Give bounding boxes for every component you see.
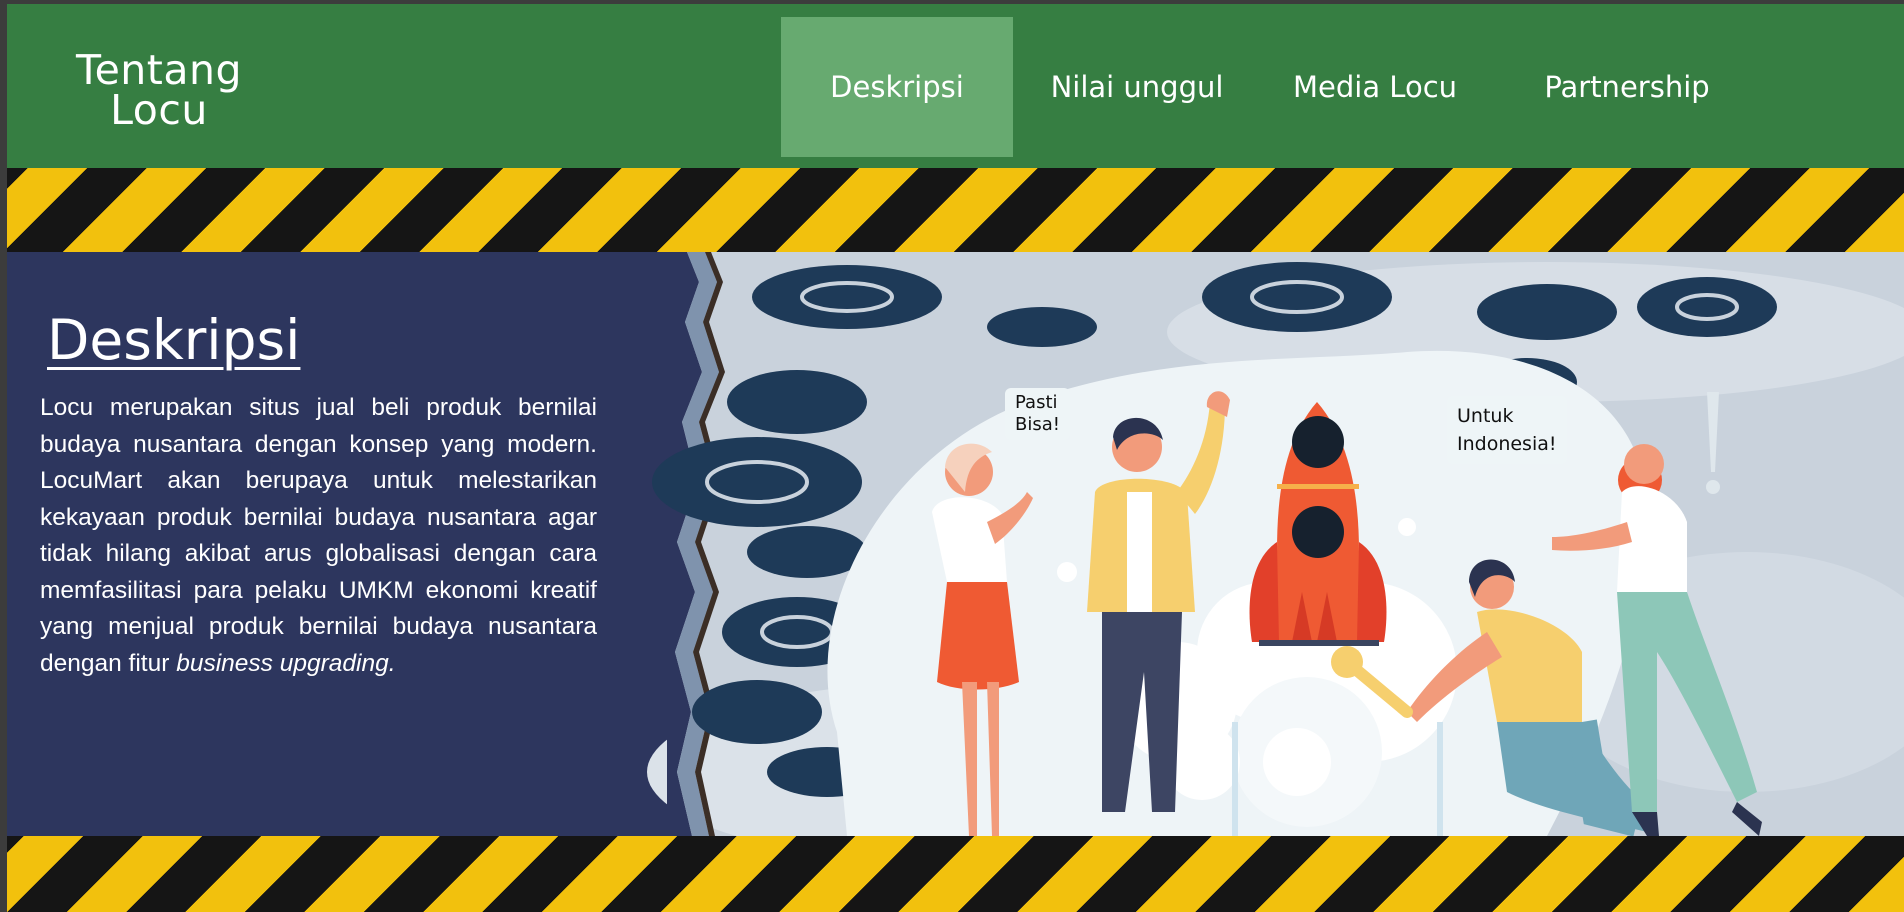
bubble-right-line-2: Indonesia! [1457, 433, 1557, 455]
hazard-stripes-bottom [7, 836, 1904, 912]
section-title: Deskripsi [47, 308, 301, 372]
logo-line-1: Tentang [76, 46, 242, 94]
page: Tentang Locu Deskripsi Nilai unggul Medi… [7, 4, 1904, 912]
description-panel: Deskripsi Locu merupakan situs jual beli… [7, 252, 667, 836]
site-header: Tentang Locu Deskripsi Nilai unggul Medi… [7, 4, 1904, 168]
speech-bubble-right: Untuk Indonesia! [1447, 396, 1567, 464]
description-text: Locu merupakan situs jual beli produk be… [40, 394, 597, 677]
site-logo[interactable]: Tentang Locu [59, 46, 259, 134]
hero-illustration: Pasti Bisa! Untuk Indonesia! [647, 252, 1904, 836]
logo-line-2: Locu [110, 86, 208, 134]
bubble-right-line-1: Untuk [1457, 405, 1514, 427]
nav-item-partnership[interactable]: Partnership [1517, 17, 1737, 157]
description-section: Deskripsi Locu merupakan situs jual beli… [7, 252, 1904, 836]
nav-item-media-locu[interactable]: Media Locu [1275, 17, 1475, 157]
description-emphasis: business upgrading. [176, 649, 396, 677]
nav-item-deskripsi[interactable]: Deskripsi [781, 17, 1013, 157]
section-description: Locu merupakan situs jual beli produk be… [40, 390, 597, 682]
illustration-graphic [647, 252, 1904, 836]
speech-bubble-left: Pasti Bisa! [1005, 388, 1070, 440]
window-frame: Tentang Locu Deskripsi Nilai unggul Medi… [0, 0, 1904, 912]
hazard-stripes-top [7, 168, 1904, 252]
bubble-left-line-2: Bisa! [1015, 414, 1060, 435]
bubble-left-line-1: Pasti [1015, 392, 1058, 413]
nav-item-nilai-unggul[interactable]: Nilai unggul [1037, 17, 1237, 157]
